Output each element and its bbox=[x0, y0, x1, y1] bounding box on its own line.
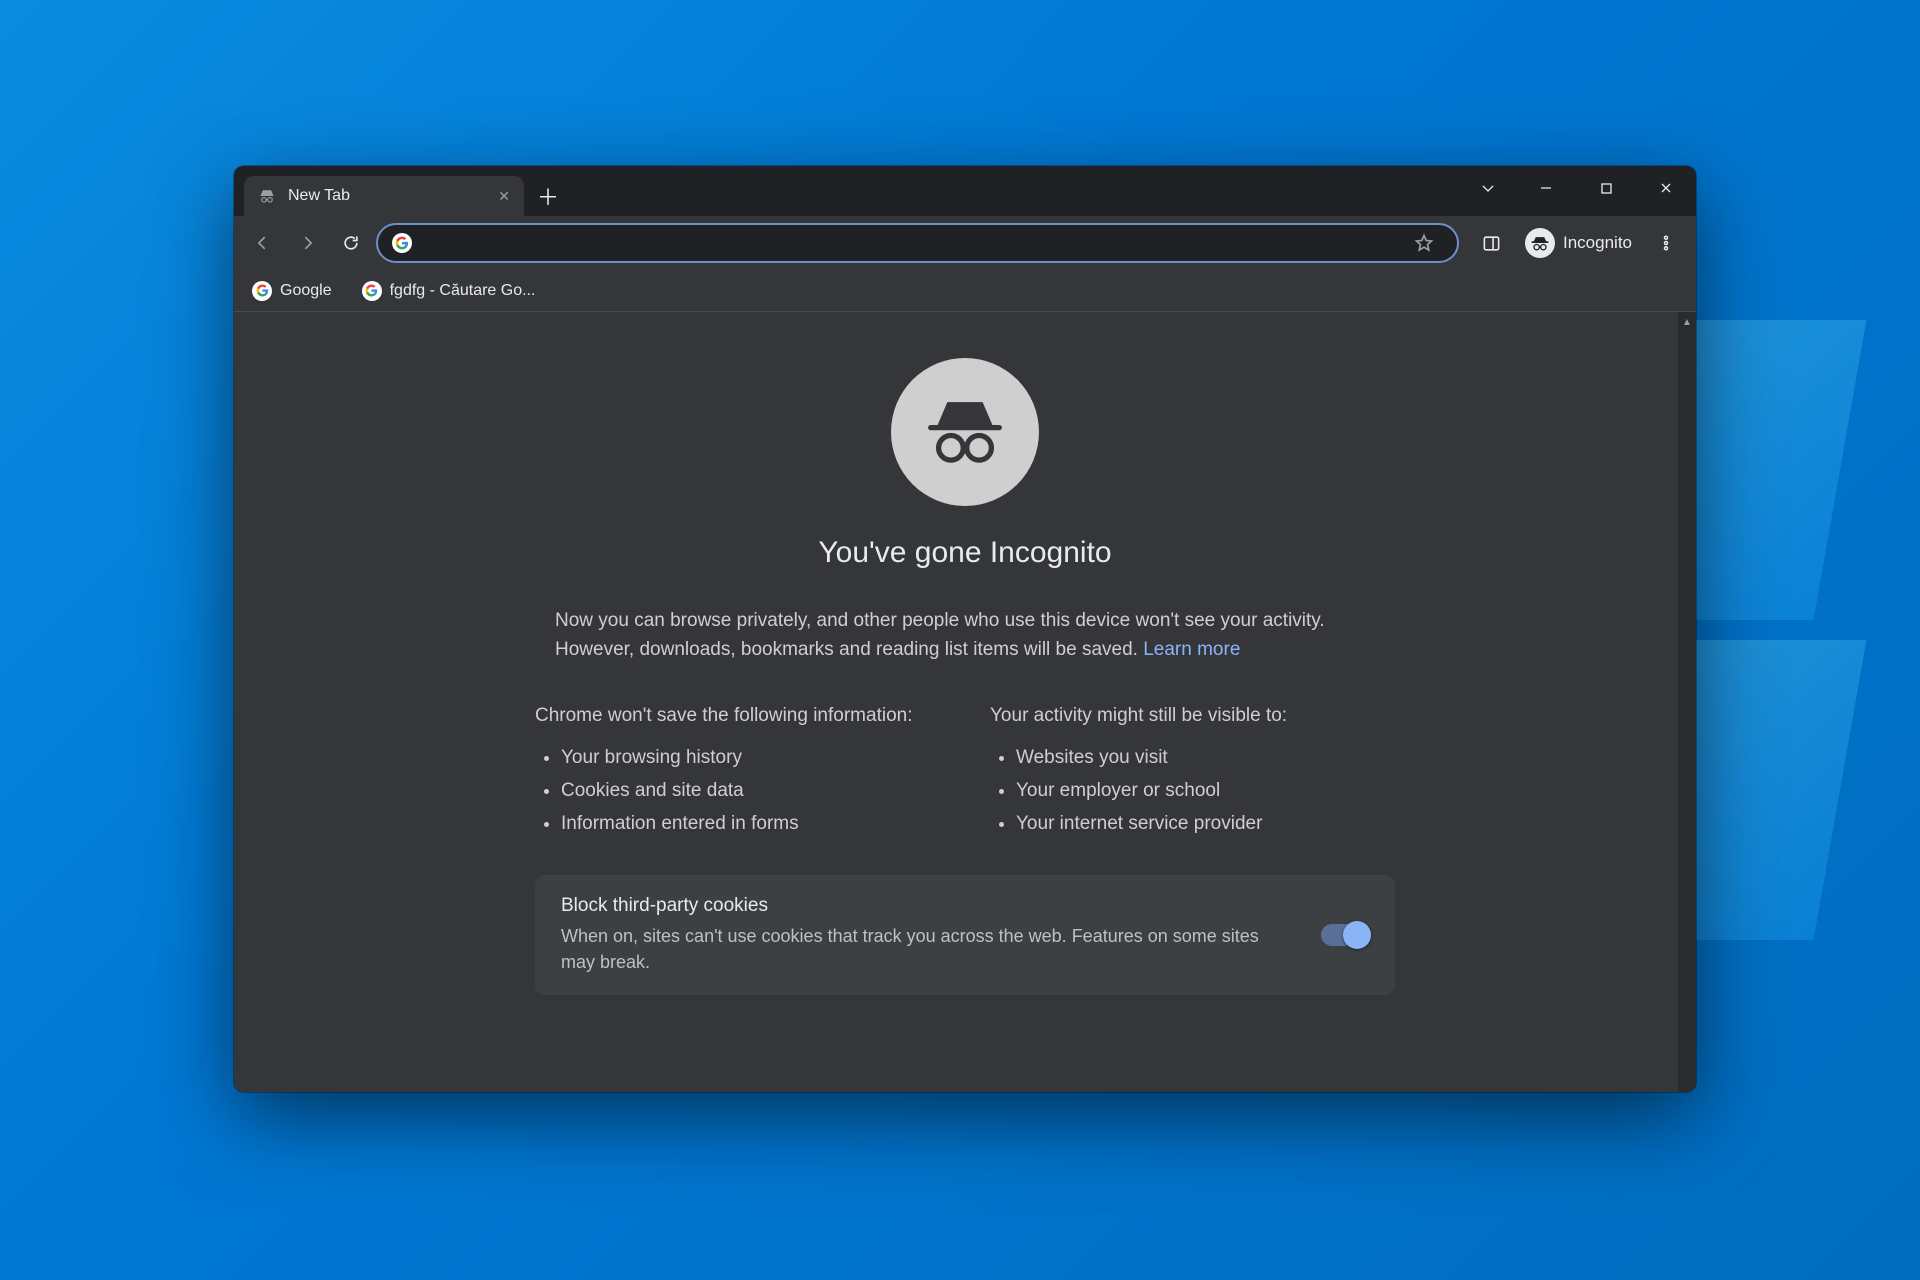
reload-button[interactable] bbox=[332, 224, 370, 262]
bookmark-label: fgdfg - Căutare Go... bbox=[390, 282, 536, 300]
page-content: ▲ You've gone Incognito Now you can brow… bbox=[234, 312, 1696, 1092]
list-item: Your employer or school bbox=[1016, 774, 1395, 807]
address-bar[interactable] bbox=[376, 223, 1459, 263]
incognito-avatar-icon bbox=[1525, 228, 1555, 258]
search-engine-icon bbox=[392, 233, 412, 253]
cookie-card-description: When on, sites can't use cookies that tr… bbox=[561, 923, 1291, 975]
cookie-card-title: Block third-party cookies bbox=[561, 895, 1291, 917]
google-favicon-icon bbox=[362, 281, 382, 301]
close-tab-icon[interactable]: ✕ bbox=[498, 188, 510, 205]
list-item: Your browsing history bbox=[561, 741, 940, 774]
minimize-button[interactable] bbox=[1516, 166, 1576, 210]
bookmark-item[interactable]: Google bbox=[246, 277, 338, 305]
list-item: Websites you visit bbox=[1016, 741, 1395, 774]
intro-text: Now you can browse privately, and other … bbox=[555, 606, 1375, 665]
back-button[interactable] bbox=[244, 224, 282, 262]
tab-active[interactable]: New Tab ✕ bbox=[244, 176, 524, 216]
incognito-hero-icon bbox=[891, 358, 1039, 506]
new-tab-button[interactable]: ＋ bbox=[530, 178, 566, 214]
window-controls bbox=[1460, 166, 1696, 210]
block-cookies-card: Block third-party cookies When on, sites… bbox=[535, 875, 1395, 995]
learn-more-link[interactable]: Learn more bbox=[1143, 639, 1240, 660]
forward-button[interactable] bbox=[288, 224, 326, 262]
tab-search-button[interactable] bbox=[1460, 166, 1516, 210]
google-favicon-icon bbox=[252, 281, 272, 301]
incognito-chip-label: Incognito bbox=[1563, 233, 1632, 253]
chrome-window: New Tab ✕ ＋ bbox=[234, 166, 1696, 1092]
scrollbar-up-icon[interactable]: ▲ bbox=[1678, 314, 1696, 330]
close-window-button[interactable] bbox=[1636, 166, 1696, 210]
side-panel-button[interactable] bbox=[1471, 224, 1511, 262]
list-item: Cookies and site data bbox=[561, 774, 940, 807]
incognito-icon bbox=[258, 187, 276, 205]
maximize-button[interactable] bbox=[1576, 166, 1636, 210]
toggle-knob-icon bbox=[1343, 921, 1371, 949]
list-item: Information entered in forms bbox=[561, 807, 940, 840]
menu-button[interactable] bbox=[1646, 224, 1686, 262]
page-title: You've gone Incognito bbox=[818, 536, 1111, 570]
bookmark-item[interactable]: fgdfg - Căutare Go... bbox=[356, 277, 542, 305]
block-cookies-toggle[interactable] bbox=[1321, 924, 1369, 946]
omnibox-input[interactable] bbox=[424, 233, 1393, 254]
profile-incognito-button[interactable]: Incognito bbox=[1517, 224, 1640, 262]
toolbar: Incognito bbox=[234, 216, 1696, 270]
list-item: Your internet service provider bbox=[1016, 807, 1395, 840]
bookmark-label: Google bbox=[280, 282, 332, 300]
wont-save-title: Chrome won't save the following informat… bbox=[535, 705, 940, 727]
bookmark-star-icon[interactable] bbox=[1405, 224, 1443, 262]
bookmarks-bar: Google fgdfg - Căutare Go... bbox=[234, 270, 1696, 312]
visible-to-title: Your activity might still be visible to: bbox=[990, 705, 1395, 727]
tab-strip: New Tab ✕ ＋ bbox=[234, 166, 1696, 216]
tab-title: New Tab bbox=[288, 187, 486, 205]
scrollbar[interactable]: ▲ bbox=[1678, 312, 1696, 1092]
